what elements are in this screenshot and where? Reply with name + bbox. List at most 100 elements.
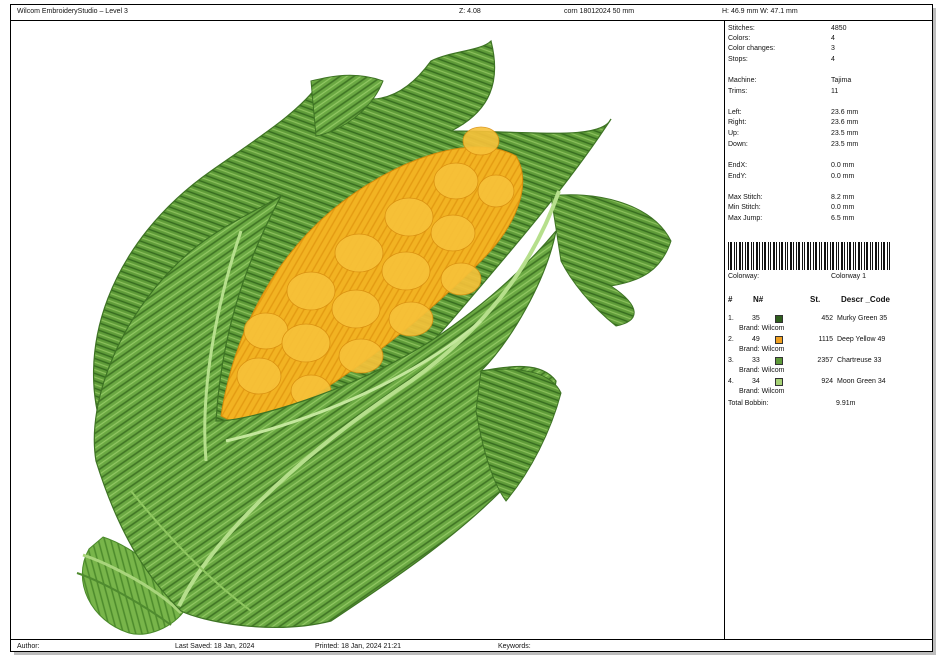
barcode-bar [802,242,803,270]
stat-label: Max Jump: [728,215,763,222]
thread-stitches: 452 [821,315,833,322]
thread-num: 4. [728,378,734,385]
stat-label: Max Stitch: [728,194,763,201]
barcode-bar [779,242,780,270]
colorway-value: Colorway 1 [831,273,867,280]
thread-needle: 35 [752,315,760,322]
barcode-bar [745,242,746,270]
design-info-panel: Stitches: 4850 Colors: 4 Color changes: 3 Stop… [727,23,930,637]
page-header: Wilcom EmbroideryStudio – Level 3 Z: 4.0… [11,5,932,21]
stat-value: 0.0 mm [831,173,855,180]
stat-label: Up: [728,130,739,137]
barcode-bar [790,242,792,270]
stat-label: Trims: [728,88,748,95]
barcode-bar [881,242,882,270]
total-bobbin-label: Total Bobbin: [728,400,769,407]
barcode-bar [813,242,814,270]
stat-value: 3 [831,45,835,52]
app-title: Wilcom EmbroideryStudio – Level 3 [17,8,128,15]
barcode-bar [875,242,877,270]
barcode-bar [832,242,834,270]
total-bobbin-value: 9.91m [836,400,856,407]
zoom-level: Z: 4.08 [459,8,481,15]
barcode-bar [730,242,732,270]
barcode-bar [847,242,848,270]
thread-col-descr: Descr _Code [841,295,890,304]
colorway-label: Colorway: [728,273,760,280]
page-footer: Author: Last Saved: 18 Jan, 2024 Printed… [11,639,932,652]
thread-description: Chartreuse 33 [837,357,882,364]
thread-brand: Brand: Wilcom [739,388,785,395]
barcode-bar [781,242,783,270]
stat-value: 23.6 mm [831,109,859,116]
barcode-bar [773,242,775,270]
footer-keywords: Keywords: [498,643,531,650]
barcode-bar [815,242,817,270]
stat-value: 4 [831,35,835,42]
print-preview-sheet: Wilcom EmbroideryStudio – Level 3 Z: 4.0… [10,4,933,652]
barcode-bar [836,242,837,270]
stat-label: Colors: [728,35,751,42]
stat-label: Stops: [728,56,748,63]
stat-label: Right: [728,119,747,126]
barcode-bar [844,242,845,270]
stat-value: 23.5 mm [831,141,859,148]
barcode-bar [756,242,758,270]
barcode-bar [728,242,729,270]
thread-color-swatch [775,378,783,386]
thread-col-num: # [728,295,733,304]
stat-value: Tajima [831,77,852,84]
stat-value: 8.2 mm [831,194,855,201]
barcode-bar [849,242,851,270]
stat-label: EndY: [728,173,747,180]
barcode-bar [864,242,865,270]
barcode-bar [762,242,763,270]
barcode-bar [747,242,749,270]
thread-brand: Brand: Wilcom [739,325,785,332]
barcode-bar [889,242,890,270]
thread-stitches: 1115 [818,336,833,343]
stat-label: EndX: [728,162,748,169]
barcode-bar [827,242,828,270]
stat-value: 0.0 mm [831,162,855,169]
file-name: corn 18012024 50 mm [564,8,635,15]
barcode-bar [887,242,888,270]
design-preview [11,21,724,639]
thread-num: 3. [728,357,734,364]
barcode-bar [810,242,811,270]
thread-needle: 49 [752,336,760,343]
stat-label: Min Stitch: [728,204,761,211]
thread-col-needle: N# [753,295,764,304]
barcode-bar [776,242,777,270]
thread-color-swatch [775,315,783,323]
barcode-bar [821,242,822,270]
barcode-bar [824,242,826,270]
thread-needle: 34 [752,378,760,385]
stat-value: 6.5 mm [831,215,855,222]
barcode-bar [807,242,809,270]
barcode-bar [734,242,735,270]
stat-value: 23.6 mm [831,119,859,126]
thread-color-swatch [775,336,783,344]
barcode-bar [796,242,797,270]
stat-value: 4 [831,56,835,63]
barcode-bar [787,242,788,270]
stat-value: 0.0 mm [831,204,855,211]
thread-needle: 33 [752,357,760,364]
barcode-bar [785,242,786,270]
panel-divider [724,21,725,639]
stat-value: 4850 [831,25,847,32]
barcode-bar [841,242,843,270]
thread-description: Murky Green 35 [837,315,888,322]
thread-stitches: 924 [821,378,833,385]
barcode-bar [736,242,737,270]
barcode-bar [878,242,879,270]
barcode-bar [753,242,754,270]
thread-brand: Brand: Wilcom [739,346,785,353]
stat-label: Down: [728,141,748,148]
barcode-bar [855,242,856,270]
barcode-bar [751,242,752,270]
barcode-bar [759,242,760,270]
design-size: H: 46.9 mm W: 47.1 mm [722,8,798,15]
thread-stitches: 2357 [817,357,833,364]
